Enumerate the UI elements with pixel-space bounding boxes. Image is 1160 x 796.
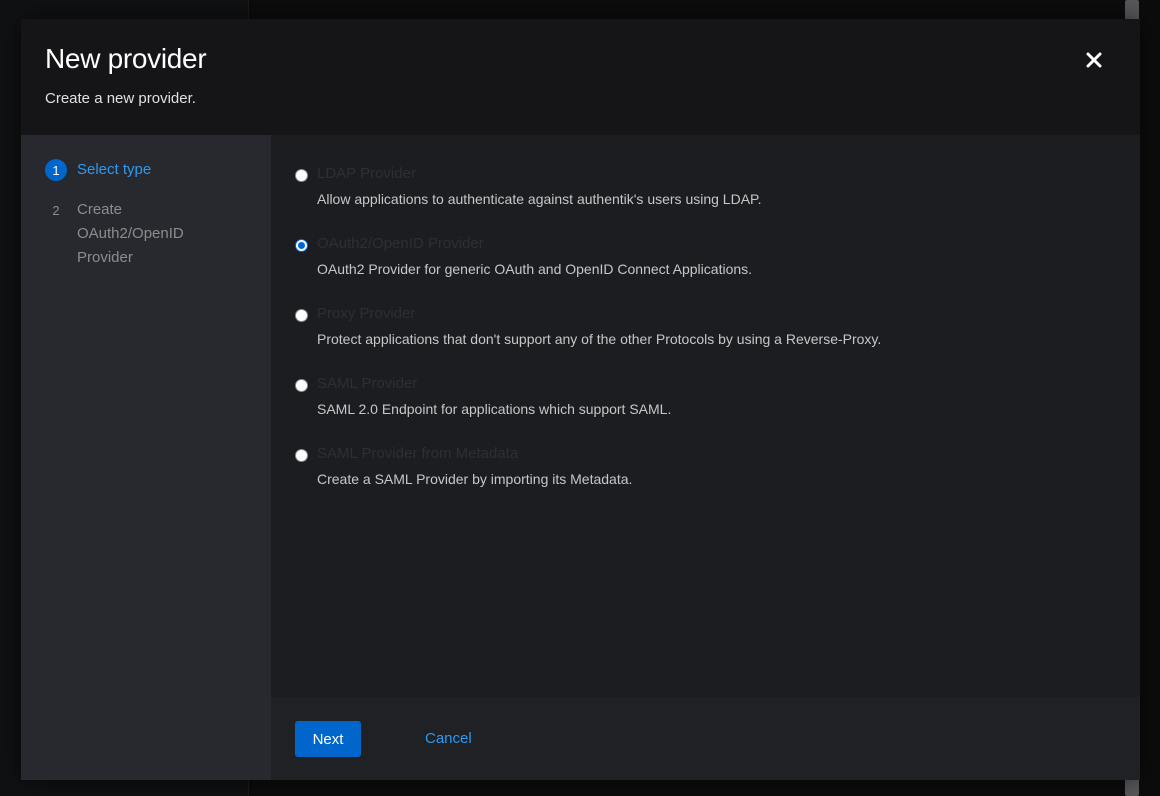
scrollbar-thumb-top[interactable] <box>1125 0 1139 20</box>
option-label: SAML Provider from Metadata <box>317 445 519 462</box>
step-number: 2 <box>52 202 60 218</box>
wizard-step-select-type[interactable]: 1 Select type <box>45 159 151 181</box>
modal-subtitle: Create a new provider. <box>45 90 196 107</box>
option-description: Create a SAML Provider by importing its … <box>317 471 633 487</box>
option-label: Proxy Provider <box>317 305 416 322</box>
scrollbar-thumb-bottom[interactable] <box>1125 778 1139 796</box>
wizard-footer: Next Cancel <box>271 697 1140 780</box>
provider-type-list: LDAP Provider Allow applications to auth… <box>271 135 1140 697</box>
next-button[interactable]: Next <box>295 721 361 757</box>
close-button[interactable] <box>1079 45 1109 75</box>
step-label: Select type <box>77 161 152 178</box>
option-description: SAML 2.0 Endpoint for applications which… <box>317 401 672 417</box>
option-description: Protect applications that don't support … <box>317 331 882 347</box>
option-description: Allow applications to authenticate again… <box>317 191 762 207</box>
wizard-nav: 1 Select type 2 Create OAuth2/OpenID Pro… <box>21 135 271 780</box>
radio-oauth2-provider[interactable] <box>295 239 308 252</box>
modal-header: New provider Create a new provider. <box>21 19 1140 135</box>
new-provider-modal: New provider Create a new provider. 1 Se… <box>21 19 1140 780</box>
wizard-step-create-provider[interactable]: 2 Create OAuth2/OpenID Provider <box>45 198 217 270</box>
step-label: Create OAuth2/OpenID Provider <box>77 201 184 266</box>
close-icon <box>1086 52 1102 68</box>
radio-proxy-provider[interactable] <box>295 309 308 322</box>
radio-saml-provider[interactable] <box>295 379 308 392</box>
option-label: SAML Provider <box>317 375 418 392</box>
option-label: OAuth2/OpenID Provider <box>317 235 484 252</box>
option-description: OAuth2 Provider for generic OAuth and Op… <box>317 261 753 277</box>
modal-title: New provider <box>45 43 207 74</box>
radio-saml-metadata-provider[interactable] <box>295 449 308 462</box>
cancel-button[interactable]: Cancel <box>415 721 482 757</box>
radio-ldap-provider[interactable] <box>295 169 308 182</box>
option-label: LDAP Provider <box>317 165 416 182</box>
step-number-badge: 1 <box>45 159 67 181</box>
